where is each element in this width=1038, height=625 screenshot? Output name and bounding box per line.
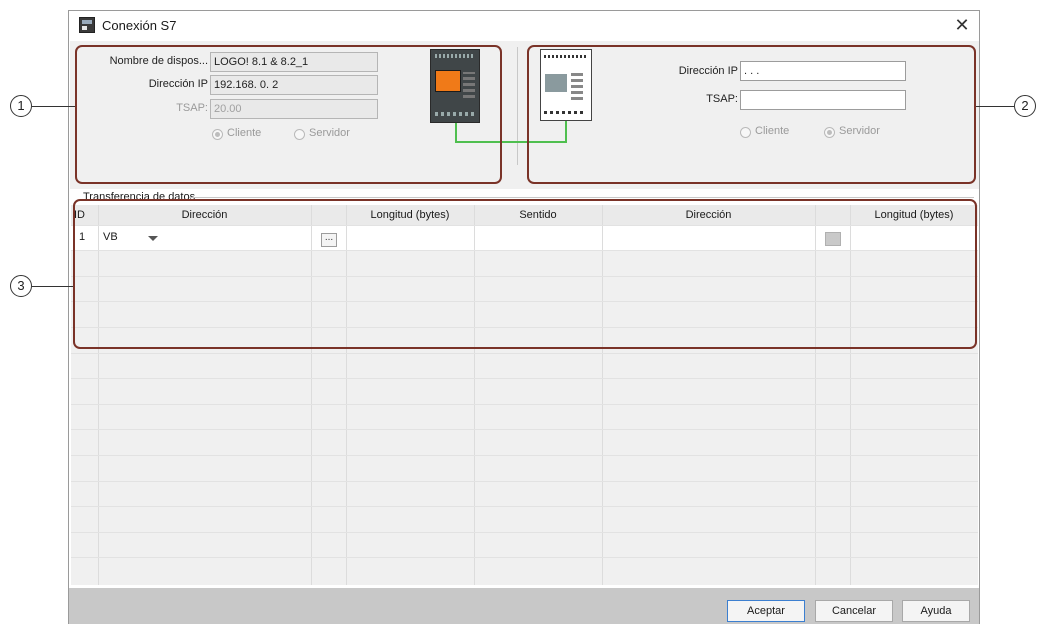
annotation-box-2 [527,45,976,184]
panel-divider [517,47,518,165]
close-icon[interactable]: ✕ [951,14,973,36]
annotation-box-3 [73,199,977,349]
annotation-line-1 [32,106,75,107]
annotation-number-3: 3 [10,275,32,297]
title-bar: Conexión S7 ✕ [69,11,979,39]
annotation-number-1: 1 [10,95,32,117]
footer-bar: Aceptar Cancelar Ayuda [69,588,979,624]
annotation-number-2: 2 [1014,95,1036,117]
annotation-box-1 [75,45,502,184]
help-button[interactable]: Ayuda [902,600,970,622]
section-rule [189,197,974,198]
annotation-line-3 [32,286,73,287]
window-title: Conexión S7 [102,18,177,33]
ok-button[interactable]: Aceptar [727,600,805,622]
annotation-line-2 [976,106,1014,107]
cancel-button[interactable]: Cancelar [815,600,893,622]
logo-app-icon [79,17,95,33]
